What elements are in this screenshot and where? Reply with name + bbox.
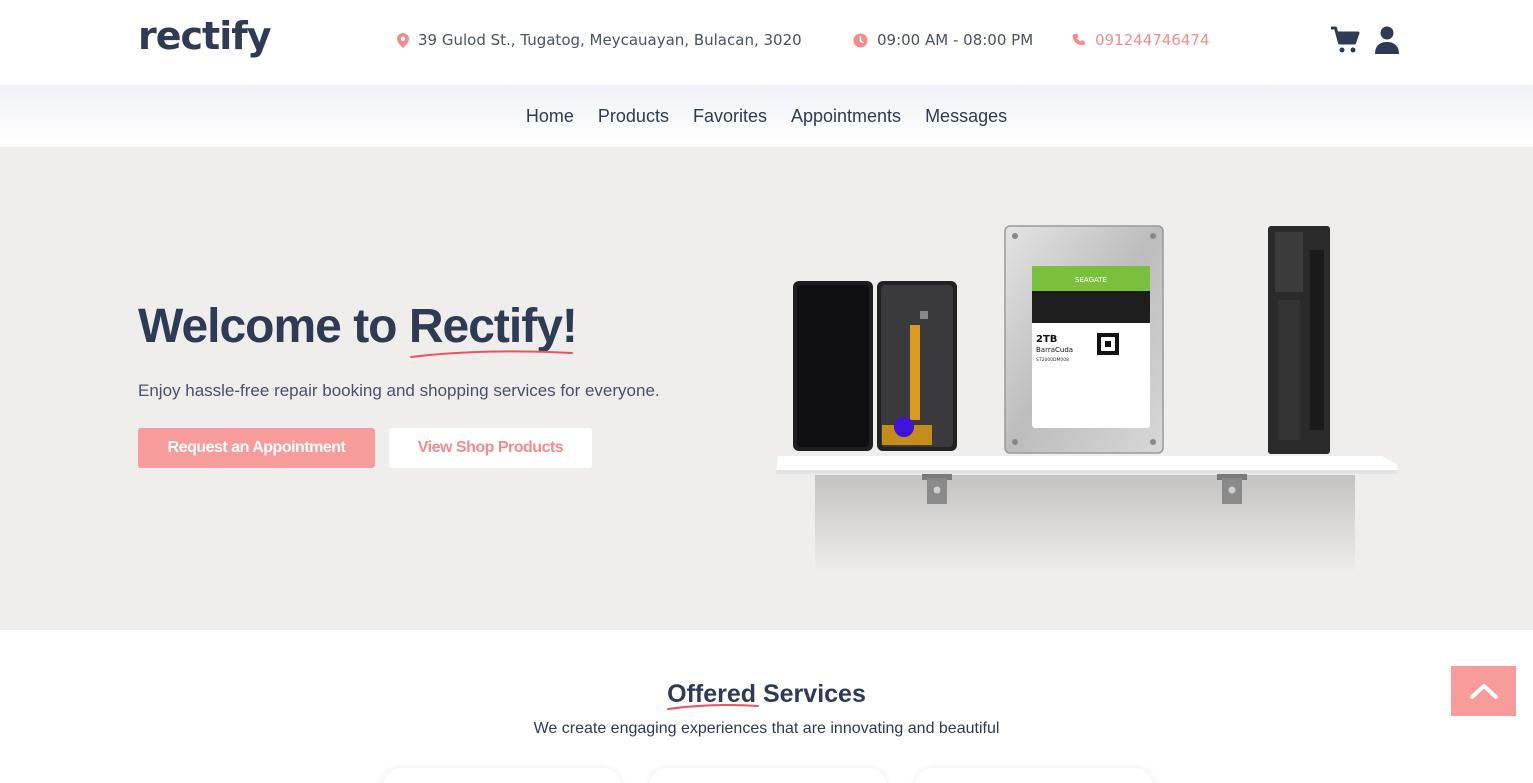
nav-appointments[interactable]: Appointments: [791, 106, 901, 127]
top-header: rectify 39 Gulod St., Tugatog, Meycauaya…: [0, 0, 1533, 85]
request-appointment-button[interactable]: Request an Appointment: [138, 428, 375, 468]
hard-drive: SEAGATE 2TB BarraCuda ST2000DM008: [1004, 225, 1164, 454]
clock-icon: [853, 32, 868, 48]
hero-title-brand: Rectify!: [408, 300, 578, 358]
hours-info: 09:00 AM - 08:00 PM: [853, 30, 1033, 50]
main-nav: Home Products Favorites Appointments Mes…: [0, 85, 1533, 147]
title-underline-decoration: [409, 350, 573, 358]
location-pin-icon: [397, 32, 409, 48]
nav-favorites[interactable]: Favorites: [693, 106, 767, 127]
services-title-rest: Services: [756, 680, 866, 708]
address-text: 39 Gulod St., Tugatog, Meycauayan, Bulac…: [418, 31, 802, 49]
cart-icon[interactable]: [1330, 26, 1360, 54]
address-info: 39 Gulod St., Tugatog, Meycauayan, Bulac…: [397, 30, 802, 50]
phone-info[interactable]: 091244746474: [1072, 30, 1210, 50]
hdd-model-label: BarraCuda: [1036, 346, 1073, 354]
hero-title: Welcome to Rectify!: [138, 299, 578, 358]
hdd-capacity-label: 2TB: [1036, 334, 1057, 345]
phone-number[interactable]: 091244746474: [1095, 31, 1210, 49]
phone-screen-back: [877, 281, 957, 451]
scroll-to-top-button[interactable]: [1451, 666, 1516, 716]
hero-title-brand-text: Rectify!: [408, 300, 578, 353]
hero-subtitle: Enjoy hassle-free repair booking and sho…: [138, 381, 660, 400]
nav-products[interactable]: Products: [598, 106, 669, 127]
hero-title-prefix: Welcome to: [138, 300, 409, 353]
rectify-logo[interactable]: rectify: [138, 14, 272, 58]
nav-home[interactable]: Home: [526, 106, 574, 127]
services-underline-decoration: [667, 704, 760, 710]
services-title-highlight: Offered: [667, 680, 760, 710]
phone-icon: [1072, 33, 1085, 46]
hero-illustration: SEAGATE 2TB BarraCuda ST2000DM008: [776, 225, 1397, 575]
nav-messages[interactable]: Messages: [925, 106, 1007, 127]
service-card[interactable]: [649, 768, 887, 783]
view-shop-products-button[interactable]: View Shop Products: [389, 428, 592, 468]
services-title: Offered Services: [0, 680, 1533, 710]
hdd-brand-label: SEAGATE: [1075, 276, 1107, 284]
service-card[interactable]: [383, 768, 621, 783]
hdd-part-label: ST2000DM008: [1036, 357, 1069, 363]
service-card[interactable]: [915, 768, 1153, 783]
hours-text: 09:00 AM - 08:00 PM: [877, 31, 1034, 49]
laptop-battery: [1268, 226, 1330, 454]
shelf-shadow: [815, 475, 1355, 575]
chevron-up-icon: [1469, 684, 1498, 699]
phone-screen-front: [793, 281, 873, 451]
user-icon[interactable]: [1375, 26, 1399, 54]
services-subtitle: We create engaging experiences that are …: [533, 720, 1000, 737]
